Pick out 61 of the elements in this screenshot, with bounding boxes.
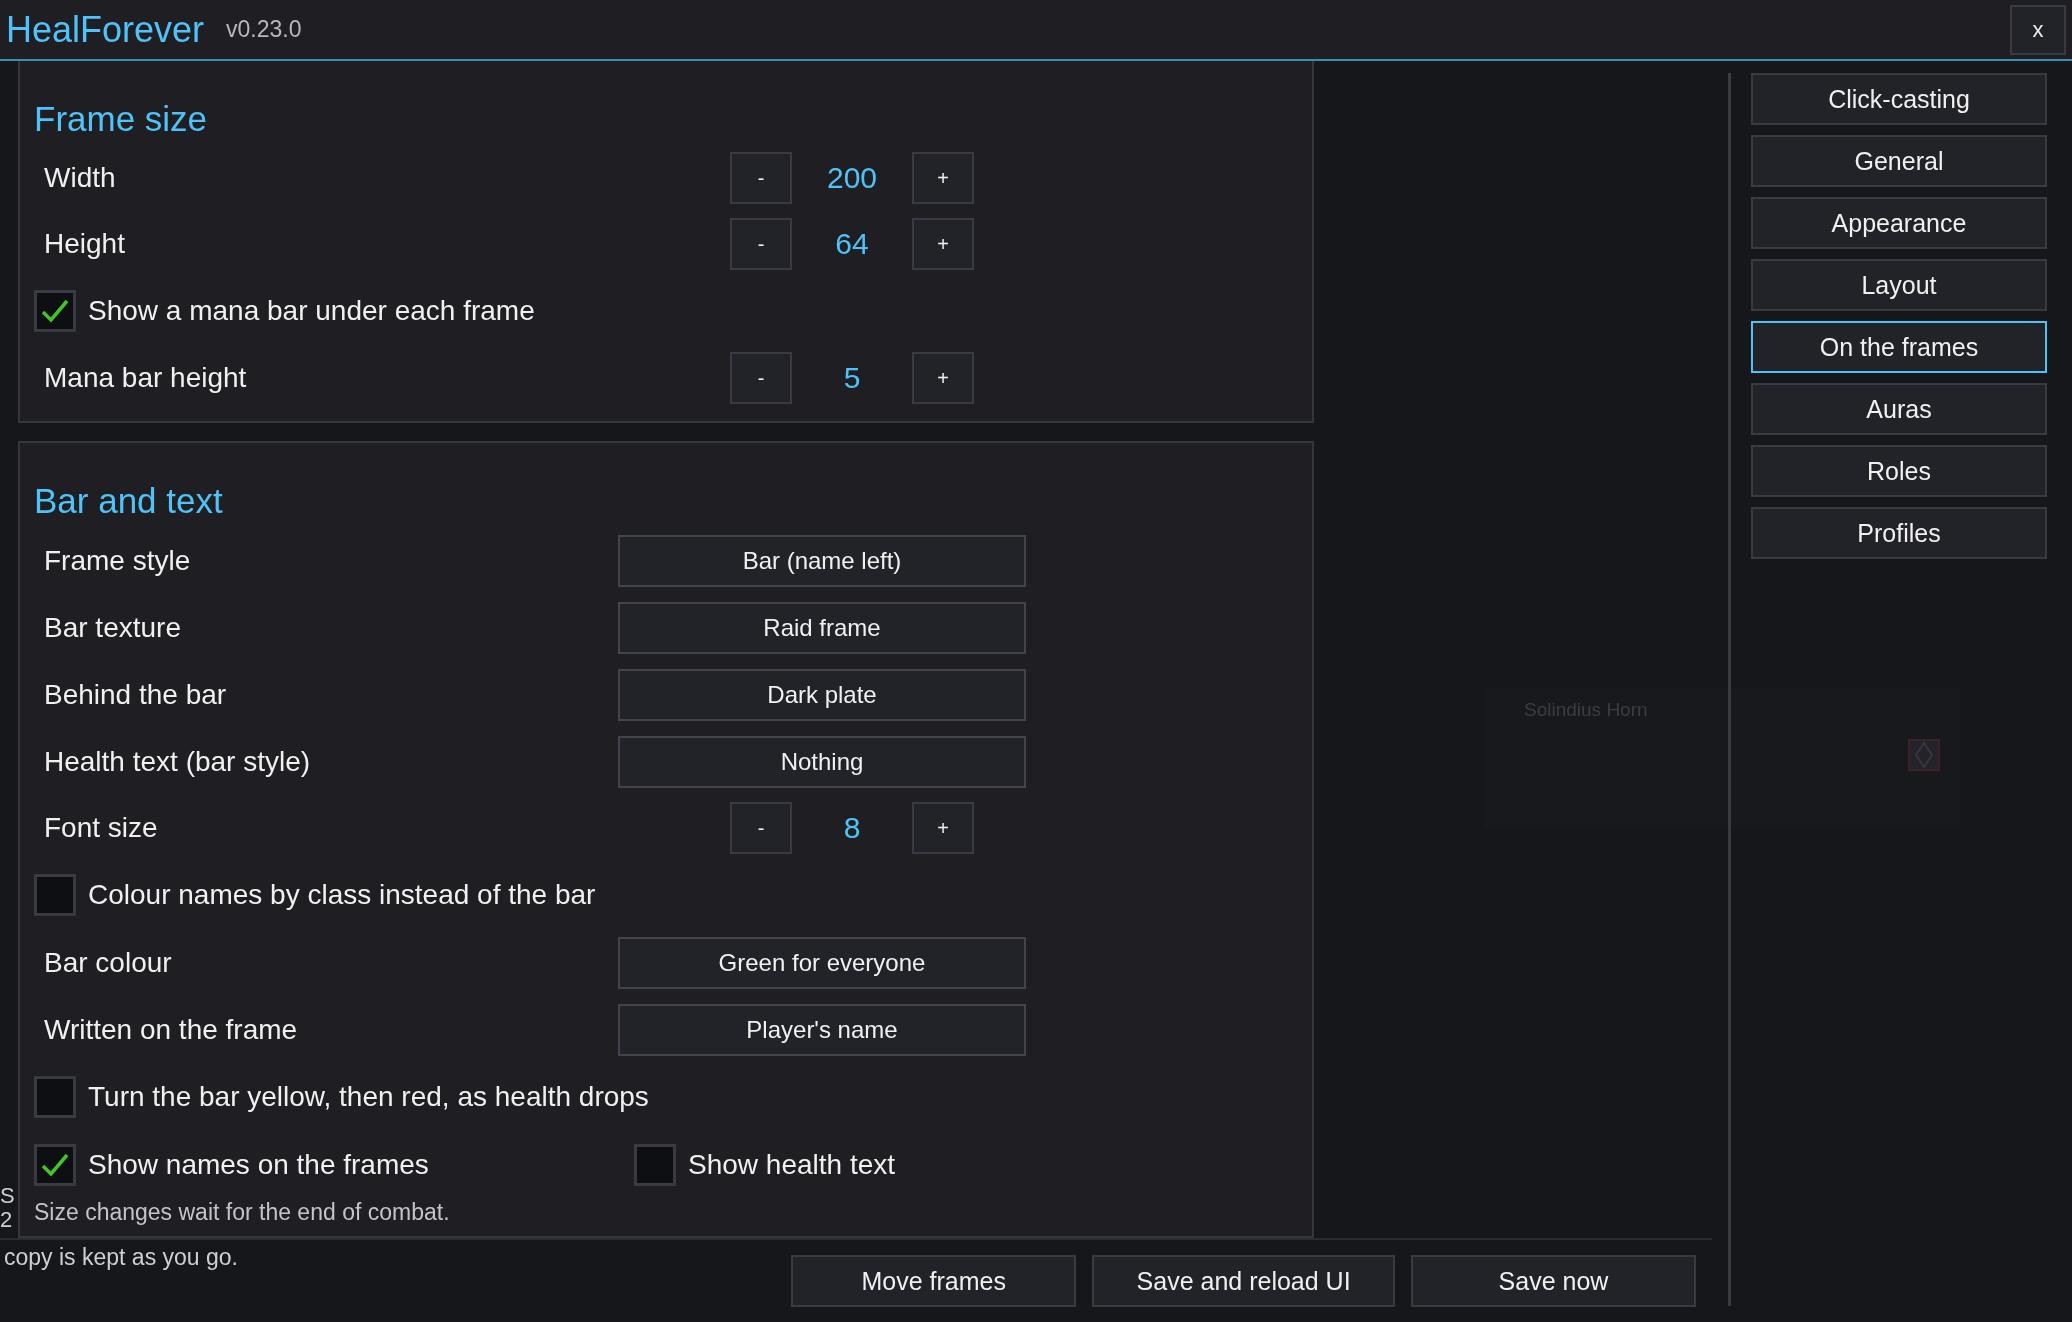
nav-button[interactable]: Appearance (1751, 197, 2047, 249)
decrease-button[interactable]: - (730, 218, 792, 270)
role-icon (1908, 739, 1940, 771)
dropdown-button[interactable]: Player's name (618, 1003, 1026, 1056)
setting-label: Font size (43, 812, 159, 844)
setting-value: 64 (834, 227, 870, 261)
increase-button[interactable]: + (912, 802, 974, 854)
checkbox-label: Colour names by class instead of the bar (88, 879, 596, 911)
checkbox-label: Turn the bar yellow, then red, as health drops (88, 1081, 649, 1113)
setting-label: Behind the bar (43, 678, 228, 711)
setting-label: Bar colour (43, 946, 173, 979)
setting-label: Mana bar height (43, 362, 248, 394)
nav-button[interactable]: On the frames (1751, 321, 2047, 373)
checkbox[interactable] (34, 1144, 76, 1186)
note-fragment: S (0, 1184, 16, 1208)
decrease-button[interactable]: - (730, 802, 792, 854)
decrease-button[interactable]: - (730, 352, 792, 404)
decrease-button[interactable]: - (730, 152, 792, 204)
dropdown-button[interactable]: Bar (name left) (618, 534, 1026, 587)
checkbox-label: Show names on the frames (88, 1149, 429, 1181)
setting-label: Width (43, 162, 117, 194)
nav-button[interactable]: Auras (1751, 383, 2047, 435)
setting-value: 8 (842, 811, 862, 845)
footer-button[interactable]: Move frames (791, 1255, 1077, 1307)
nav-button[interactable]: General (1751, 135, 2047, 187)
dropdown-button[interactable]: Nothing (618, 735, 1026, 788)
note-text: copy is kept as you go. (3, 1243, 239, 1271)
setting-label: Bar texture (43, 611, 182, 644)
setting-value: 200 (825, 161, 879, 195)
section-heading: Frame size (34, 99, 209, 139)
checkmark-icon (41, 299, 69, 323)
checkmark-icon (41, 1153, 69, 1177)
close-button[interactable]: x (2010, 4, 2066, 55)
app-title: HealForever (6, 8, 205, 51)
checkbox[interactable] (34, 1076, 76, 1118)
increase-button[interactable]: + (912, 352, 974, 404)
setting-label: Frame style (43, 544, 192, 577)
setting-label: Written on the frame (43, 1013, 299, 1046)
checkbox[interactable] (34, 290, 76, 332)
checkbox[interactable] (34, 874, 76, 916)
increase-button[interactable]: + (912, 218, 974, 270)
info-note: Size changes wait for the end of combat. (34, 1199, 451, 1226)
checkbox-label: Show a mana bar under each frame (88, 295, 535, 327)
setting-label: Height (43, 228, 126, 260)
dropdown-button[interactable]: Dark plate (618, 668, 1026, 721)
section-heading: Bar and text (34, 481, 224, 521)
increase-button[interactable]: + (912, 152, 974, 204)
nav-button[interactable]: Profiles (1751, 507, 2047, 559)
nav-button[interactable]: Roles (1751, 445, 2047, 497)
setting-label: Health text (bar style) (43, 745, 312, 778)
note-fragment: 2 (0, 1208, 14, 1232)
version-label: v0.23.0 (226, 16, 302, 43)
nav-button[interactable]: Click-casting (1751, 73, 2047, 125)
dropdown-button[interactable]: Raid frame (618, 601, 1026, 654)
nav-button[interactable]: Layout (1751, 259, 2047, 311)
checkbox[interactable] (634, 1144, 676, 1186)
footer-button[interactable]: Save and reload UI (1092, 1255, 1395, 1307)
footer-button[interactable]: Save now (1411, 1255, 1696, 1307)
checkbox-label: Show health text (688, 1149, 896, 1181)
dropdown-button[interactable]: Green for everyone (618, 936, 1026, 989)
setting-value: 5 (842, 361, 862, 395)
